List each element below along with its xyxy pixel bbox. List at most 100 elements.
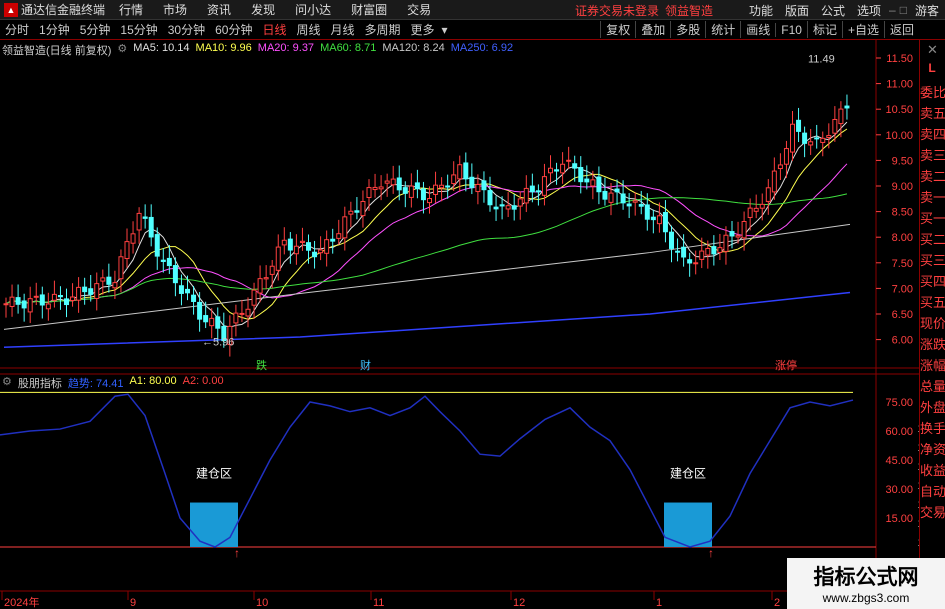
period-timeshare[interactable]: 分时 bbox=[0, 21, 34, 38]
menu-bar: ▲ 通达信金融终端 行情 市场 资讯 发现 问小达 财富圈 交易 证券交易未登录… bbox=[0, 0, 945, 20]
candle-body bbox=[705, 248, 711, 256]
menu-item-guest[interactable]: 游客 bbox=[909, 2, 945, 19]
sidebar-item[interactable]: 收益 bbox=[920, 460, 945, 481]
candle-body bbox=[535, 190, 541, 193]
menu-item-news[interactable]: 资讯 bbox=[197, 1, 241, 18]
minimize-icon[interactable]: – bbox=[887, 3, 898, 17]
candle-body bbox=[136, 212, 142, 231]
stats-button[interactable]: 统计 bbox=[705, 21, 740, 38]
sidebar-item[interactable]: 外盘 bbox=[920, 397, 945, 418]
candle-body bbox=[729, 231, 735, 237]
watermark-title: 指标公式网 bbox=[813, 566, 919, 589]
period-toolbar: 分时 1分钟 5分钟 15分钟 30分钟 60分钟 日线 周线 月线 多周期 更… bbox=[0, 20, 945, 40]
sidebar-close-icon[interactable]: ✕ bbox=[920, 40, 945, 59]
candle-body bbox=[475, 183, 481, 193]
period-30min[interactable]: 30分钟 bbox=[163, 21, 210, 38]
candle-body bbox=[354, 210, 360, 213]
sidebar-item[interactable]: 委比 bbox=[920, 82, 945, 103]
sub-settings-icon[interactable]: ⚙ bbox=[2, 375, 12, 389]
menu-item-wealth[interactable]: 财富圈 bbox=[341, 1, 397, 18]
period-multi[interactable]: 多周期 bbox=[360, 21, 406, 38]
candle-body bbox=[572, 163, 578, 169]
candle-body bbox=[469, 176, 475, 189]
date-axis-label: 2024年 bbox=[4, 595, 39, 609]
period-weekly[interactable]: 周线 bbox=[291, 21, 325, 38]
candle-body bbox=[499, 204, 505, 207]
sidebar-item[interactable]: 现价 bbox=[920, 313, 945, 334]
candle-body bbox=[172, 265, 178, 284]
sidebar-item[interactable]: 卖二 bbox=[920, 166, 945, 187]
period-15min[interactable]: 15分钟 bbox=[115, 21, 162, 38]
menu-item-discover[interactable]: 发现 bbox=[241, 1, 285, 18]
sidebar-item[interactable]: 卖四 bbox=[920, 124, 945, 145]
menu-item-options[interactable]: 选项 bbox=[851, 2, 887, 19]
menu-item-function[interactable]: 功能 bbox=[743, 2, 779, 19]
mark-button[interactable]: 标记 bbox=[806, 21, 842, 38]
sidebar-item[interactable]: 买一 bbox=[920, 208, 945, 229]
sidebar-level-label[interactable]: L bbox=[919, 61, 945, 80]
sidebar-item[interactable]: 买二 bbox=[920, 229, 945, 250]
period-monthly[interactable]: 月线 bbox=[326, 21, 360, 38]
sidebar-item[interactable]: 买四 bbox=[920, 271, 945, 292]
candle-body bbox=[632, 200, 638, 203]
draw-button[interactable]: 画线 bbox=[740, 21, 775, 38]
candle-body bbox=[433, 184, 439, 195]
sidebar-item[interactable]: 卖三 bbox=[920, 145, 945, 166]
login-warning[interactable]: 证券交易未登录 bbox=[575, 2, 659, 19]
candle-body bbox=[100, 277, 106, 282]
adjust-button[interactable]: 复权 bbox=[600, 21, 635, 38]
sub-axis-label: 15.00 bbox=[885, 513, 913, 525]
candle-body bbox=[39, 294, 45, 306]
candle-body bbox=[64, 298, 69, 306]
candle-body bbox=[650, 216, 656, 221]
maximize-icon[interactable]: □ bbox=[898, 3, 909, 17]
menu-item-market[interactable]: 市场 bbox=[153, 1, 197, 18]
sidebar-item[interactable]: 涨幅 bbox=[920, 355, 945, 376]
add-watchlist-button[interactable]: +自选 bbox=[841, 21, 884, 38]
period-1min[interactable]: 1分钟 bbox=[34, 21, 75, 38]
sidebar-item[interactable]: 交易 bbox=[920, 502, 945, 523]
period-more[interactable]: 更多 bbox=[406, 21, 440, 38]
sidebar-item[interactable]: 卖一 bbox=[920, 187, 945, 208]
menu-item-layout[interactable]: 版面 bbox=[779, 2, 815, 19]
period-60min[interactable]: 60分钟 bbox=[210, 21, 257, 38]
time-label: 14:56 bbox=[917, 518, 919, 530]
overlay-button[interactable]: 叠加 bbox=[635, 21, 670, 38]
kline-chart[interactable]: 11.49←5.96跌财涨停 建仓区↑建仓区↑ 11.5011.0010.501… bbox=[0, 40, 919, 609]
low-annotation: ←5.96 bbox=[202, 337, 234, 349]
candle-body bbox=[166, 257, 172, 267]
sidebar-item[interactable]: 净资 bbox=[920, 439, 945, 460]
more-chevron-icon[interactable]: ▾ bbox=[440, 23, 450, 37]
candle-body bbox=[384, 180, 390, 184]
period-5min[interactable]: 5分钟 bbox=[75, 21, 116, 38]
menu-item-ask[interactable]: 问小达 bbox=[285, 1, 341, 18]
sidebar-item[interactable]: 卖五 bbox=[920, 103, 945, 124]
candle-body bbox=[360, 200, 366, 217]
sub-indicator-title[interactable]: 股朋指标 bbox=[18, 375, 62, 390]
period-daily[interactable]: 日线 bbox=[257, 21, 291, 38]
candle-body bbox=[233, 312, 239, 324]
candle-body bbox=[269, 265, 275, 275]
accumulation-zone bbox=[190, 502, 238, 547]
f10-button[interactable]: F10 bbox=[775, 22, 807, 37]
candle-body bbox=[124, 241, 130, 260]
candle-body bbox=[439, 184, 445, 189]
sidebar-item[interactable]: 换手 bbox=[920, 418, 945, 439]
sidebar-item[interactable]: 买三 bbox=[920, 250, 945, 271]
sidebar-item[interactable]: 自动 bbox=[920, 481, 945, 502]
back-button[interactable]: 返回 bbox=[883, 21, 919, 38]
sidebar-item[interactable]: 涨跌 bbox=[920, 334, 945, 355]
menu-item-formula[interactable]: 公式 bbox=[815, 2, 851, 19]
sidebar-item[interactable]: 买五 bbox=[920, 292, 945, 313]
multi-stock-button[interactable]: 多股 bbox=[670, 21, 705, 38]
menu-item-quotes[interactable]: 行情 bbox=[109, 1, 153, 18]
high-annotation: 11.49 bbox=[808, 54, 835, 66]
price-axis-label: 9.00 bbox=[892, 181, 913, 193]
menu-item-trade[interactable]: 交易 bbox=[397, 1, 441, 18]
candle-body bbox=[541, 176, 547, 196]
candle-body bbox=[70, 296, 76, 302]
candle-body bbox=[372, 186, 378, 191]
candle-body bbox=[191, 294, 197, 302]
candle-body bbox=[711, 246, 717, 255]
sidebar-item[interactable]: 总量 bbox=[920, 376, 945, 397]
